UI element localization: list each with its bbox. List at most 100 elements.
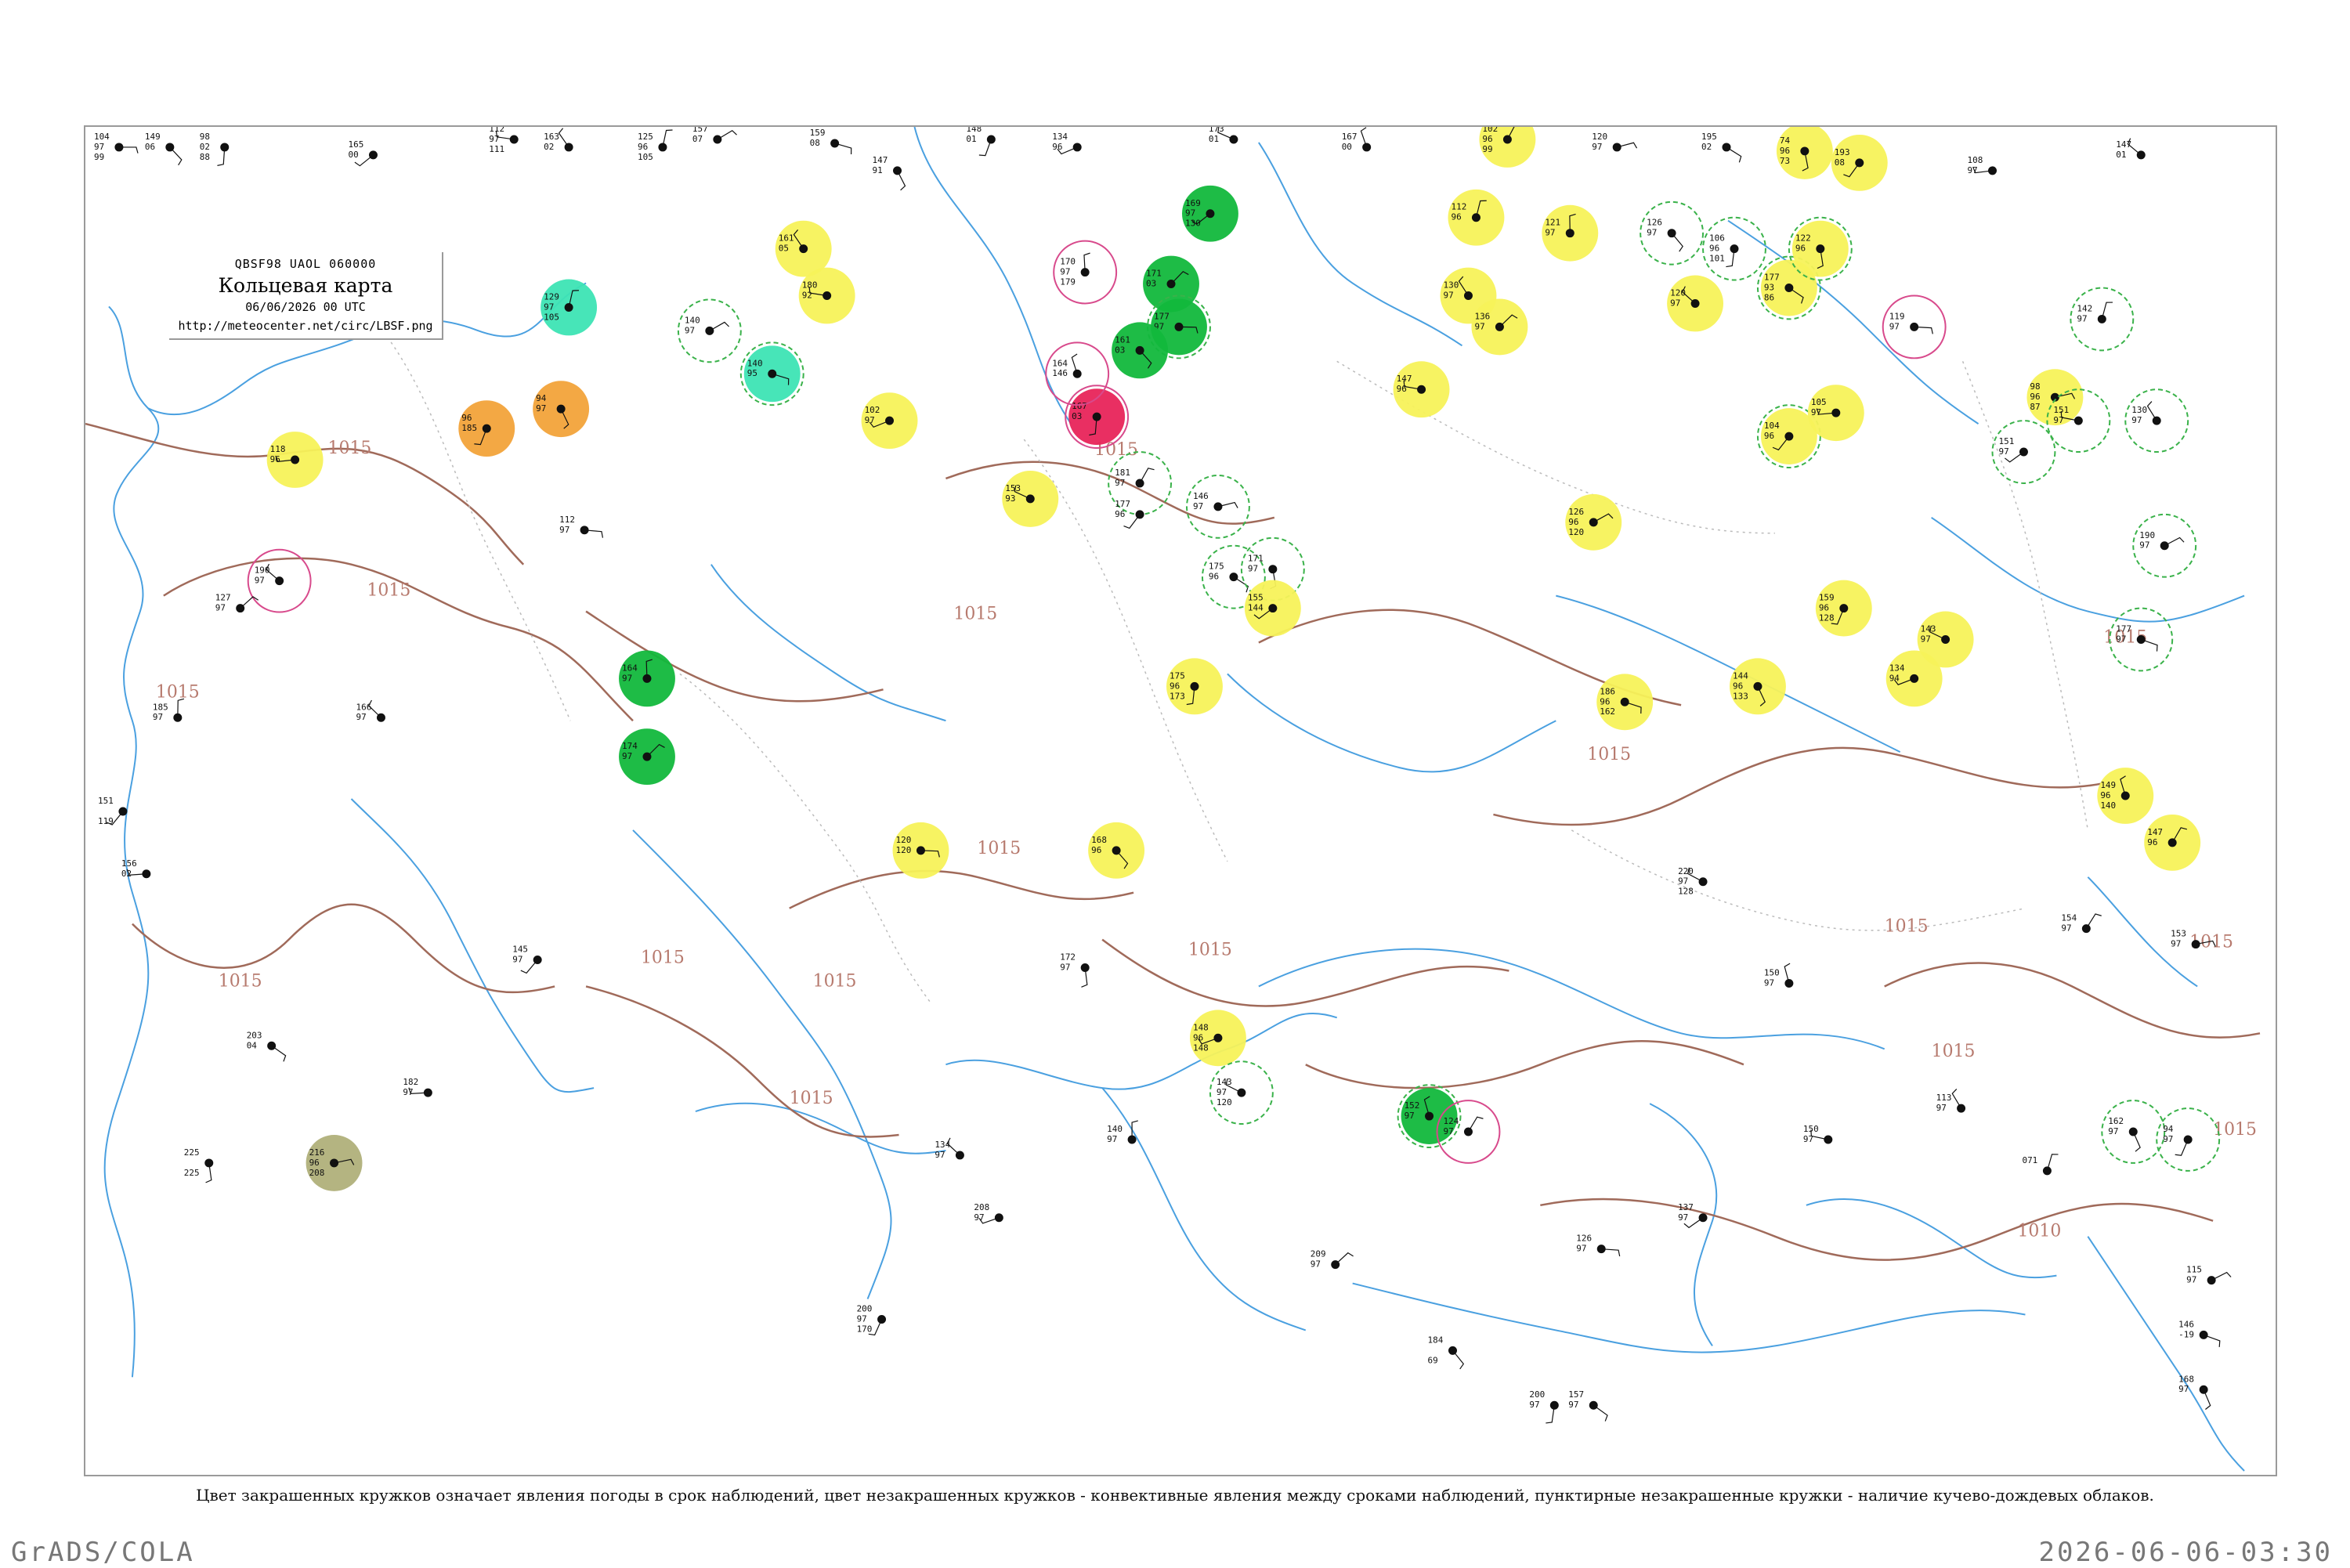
station-plot[interactable]: 16497 <box>619 650 675 707</box>
station-plot[interactable]: 10297 <box>861 392 918 450</box>
station-plot[interactable]: 20097 <box>1529 1389 1559 1424</box>
station-plot[interactable]: 9497 <box>533 381 590 438</box>
station-plot[interactable]: 16103 <box>1112 322 1169 379</box>
station-plot[interactable]: 164146 <box>1045 341 1110 406</box>
station-plot[interactable]: 749673 <box>1776 127 1833 179</box>
station-plot[interactable]: 184 69 <box>1428 1335 1465 1370</box>
station-plot[interactable]: 12697 <box>1640 201 1705 266</box>
station-plot[interactable]: 14906 <box>145 132 183 166</box>
station-plot[interactable]: 18297 <box>403 1077 432 1097</box>
station-plot[interactable]: 14095 <box>739 341 804 406</box>
station-plot[interactable]: 11597 <box>2186 1265 2232 1285</box>
source-url[interactable]: http://meteocenter.net/circ/LBSF.png <box>169 319 442 333</box>
station-plot[interactable]: 12197 <box>1542 204 1599 262</box>
station-plot[interactable]: 16897 <box>2178 1374 2211 1410</box>
station-plot[interactable]: 16297 <box>2101 1100 2166 1164</box>
station-plot[interactable]: 9497 <box>2156 1107 2221 1172</box>
station-plot[interactable]: 20304 <box>247 1030 287 1062</box>
station-plot[interactable]: 12296 <box>1788 216 1853 281</box>
station-plot[interactable]: 20097170 <box>857 1303 887 1336</box>
station-plot[interactable]: 17497 <box>619 728 675 786</box>
station-plot[interactable]: 96185 <box>458 400 515 457</box>
station-plot[interactable]: 12097 <box>1667 275 1724 332</box>
station-plot[interactable]: 10696101 <box>1702 216 1766 281</box>
station-plot[interactable]: 17297 <box>1060 952 1090 988</box>
station-plot[interactable]: 15797 <box>1568 1389 1608 1422</box>
station-plot[interactable]: 14701 <box>2116 138 2146 160</box>
station-plot[interactable]: 10597 <box>1807 385 1864 442</box>
station-plot[interactable]: 11297 <box>559 515 604 538</box>
station-plot[interactable]: 14496133 <box>1729 658 1786 715</box>
station-plot[interactable]: 20897 <box>974 1202 1003 1224</box>
station-plot[interactable]: 15097 <box>1803 1124 1833 1144</box>
station-plot[interactable]: 12097 <box>1592 132 1638 152</box>
station-plot[interactable]: 19308 <box>1831 134 1888 191</box>
station-plot[interactable]: 16703 <box>1065 385 1130 450</box>
station-plot[interactable]: 16700 <box>1342 127 1372 152</box>
station-plot[interactable]: 14801 <box>966 127 996 157</box>
station-plot[interactable]: 15996128 <box>1815 580 1872 637</box>
station-plot[interactable]: 15197 <box>1991 420 2056 484</box>
station-plot[interactable]: 15497 <box>2061 913 2102 934</box>
station-plot[interactable]: 21696208 <box>306 1135 363 1191</box>
station-plot[interactable]: 20997 <box>1311 1249 1354 1270</box>
station-plot[interactable]: 146-19 <box>2178 1319 2221 1347</box>
station-plot[interactable]: 16697 <box>356 699 385 722</box>
station-plot[interactable]: 14297 <box>2070 287 2135 352</box>
station-plot[interactable]: 14896148 <box>1189 1010 1246 1067</box>
station-plot[interactable]: 12596105 <box>638 129 673 162</box>
station-plot[interactable]: 11296 <box>1448 189 1505 246</box>
map-panel[interactable]: 1015 1015 1015 1015 1015 1015 1015 1015 … <box>84 125 2277 1476</box>
station-plot[interactable]: 15707 <box>692 127 737 144</box>
station-plot[interactable]: 13697 <box>1471 298 1528 356</box>
station-plot[interactable]: 22097128 <box>1678 866 1708 897</box>
station-plot[interactable]: 13496 <box>1052 132 1082 155</box>
station-plot[interactable]: 17797 <box>2109 607 2174 672</box>
station-plot[interactable]: 18597 <box>153 698 185 722</box>
station-plot[interactable]: 15393 <box>1002 470 1059 527</box>
station-plot[interactable]: 120120 <box>892 822 949 879</box>
station-plot[interactable]: 13097 <box>2124 388 2189 453</box>
station-plot[interactable]: 12497 <box>1436 1100 1501 1164</box>
station-plot[interactable]: 225 225 <box>184 1147 214 1183</box>
station-plot[interactable]: 14397 <box>1917 611 1974 668</box>
station-plot[interactable]: 151 119 <box>98 796 128 826</box>
station-plot[interactable]: 11397 <box>1936 1089 1966 1113</box>
station-plot[interactable]: 155144 <box>1244 580 1301 637</box>
station-plot[interactable]: 12997105 <box>540 279 598 336</box>
station-plot[interactable]: 1049799 <box>94 132 139 162</box>
station-plot[interactable]: 14097 <box>677 298 742 363</box>
station-plot[interactable]: 12696120 <box>1565 493 1622 551</box>
station-plot[interactable]: 13497 <box>935 1137 964 1160</box>
station-plot[interactable]: 11896 <box>266 432 324 488</box>
station-plot[interactable]: 980288 <box>200 132 230 166</box>
station-plot[interactable]: 1029699 <box>1479 127 1536 168</box>
station-plot[interactable]: 14796 <box>2144 814 2201 871</box>
station-plot[interactable]: 14397120 <box>1209 1060 1274 1125</box>
station-plot[interactable]: 10897 <box>1968 155 1998 175</box>
station-plot[interactable]: 16105 <box>775 220 832 277</box>
station-plot[interactable]: 14996140 <box>2097 768 2154 824</box>
station-plot[interactable]: 14597 <box>512 945 542 974</box>
station-plot[interactable]: 16997130 <box>1181 185 1238 242</box>
station-plot[interactable]: 17097179 <box>1053 240 1118 305</box>
station-plot[interactable]: 11997 <box>1882 294 1947 359</box>
station-plot[interactable]: 15908 <box>810 128 852 155</box>
station-plot[interactable]: 14791 <box>873 155 906 191</box>
station-plot[interactable]: 19097 <box>2132 513 2197 578</box>
station-plot[interactable]: 16896 <box>1088 822 1145 879</box>
station-plot[interactable]: 12697 <box>1576 1234 1621 1257</box>
station-plot[interactable]: 17596173 <box>1166 658 1223 715</box>
station-plot[interactable]: 18696162 <box>1596 674 1654 731</box>
station-plot[interactable]: 15097 <box>1764 963 1794 988</box>
station-plot[interactable]: 17301 <box>1209 127 1238 144</box>
station-plot[interactable]: 17796 <box>1115 499 1144 529</box>
station-plot[interactable]: 19502 <box>1701 132 1742 163</box>
station-plot[interactable]: 15602 <box>121 858 151 879</box>
station-plot[interactable]: 13797 <box>1678 1202 1708 1229</box>
station-plot[interactable]: 11297111 <box>489 127 519 154</box>
station-plot[interactable]: 071 <box>2022 1154 2059 1176</box>
station-plot[interactable]: 14697 <box>1185 474 1250 539</box>
station-plot[interactable]: 16500 <box>349 139 378 167</box>
station-plot[interactable]: 16302 <box>544 128 573 152</box>
